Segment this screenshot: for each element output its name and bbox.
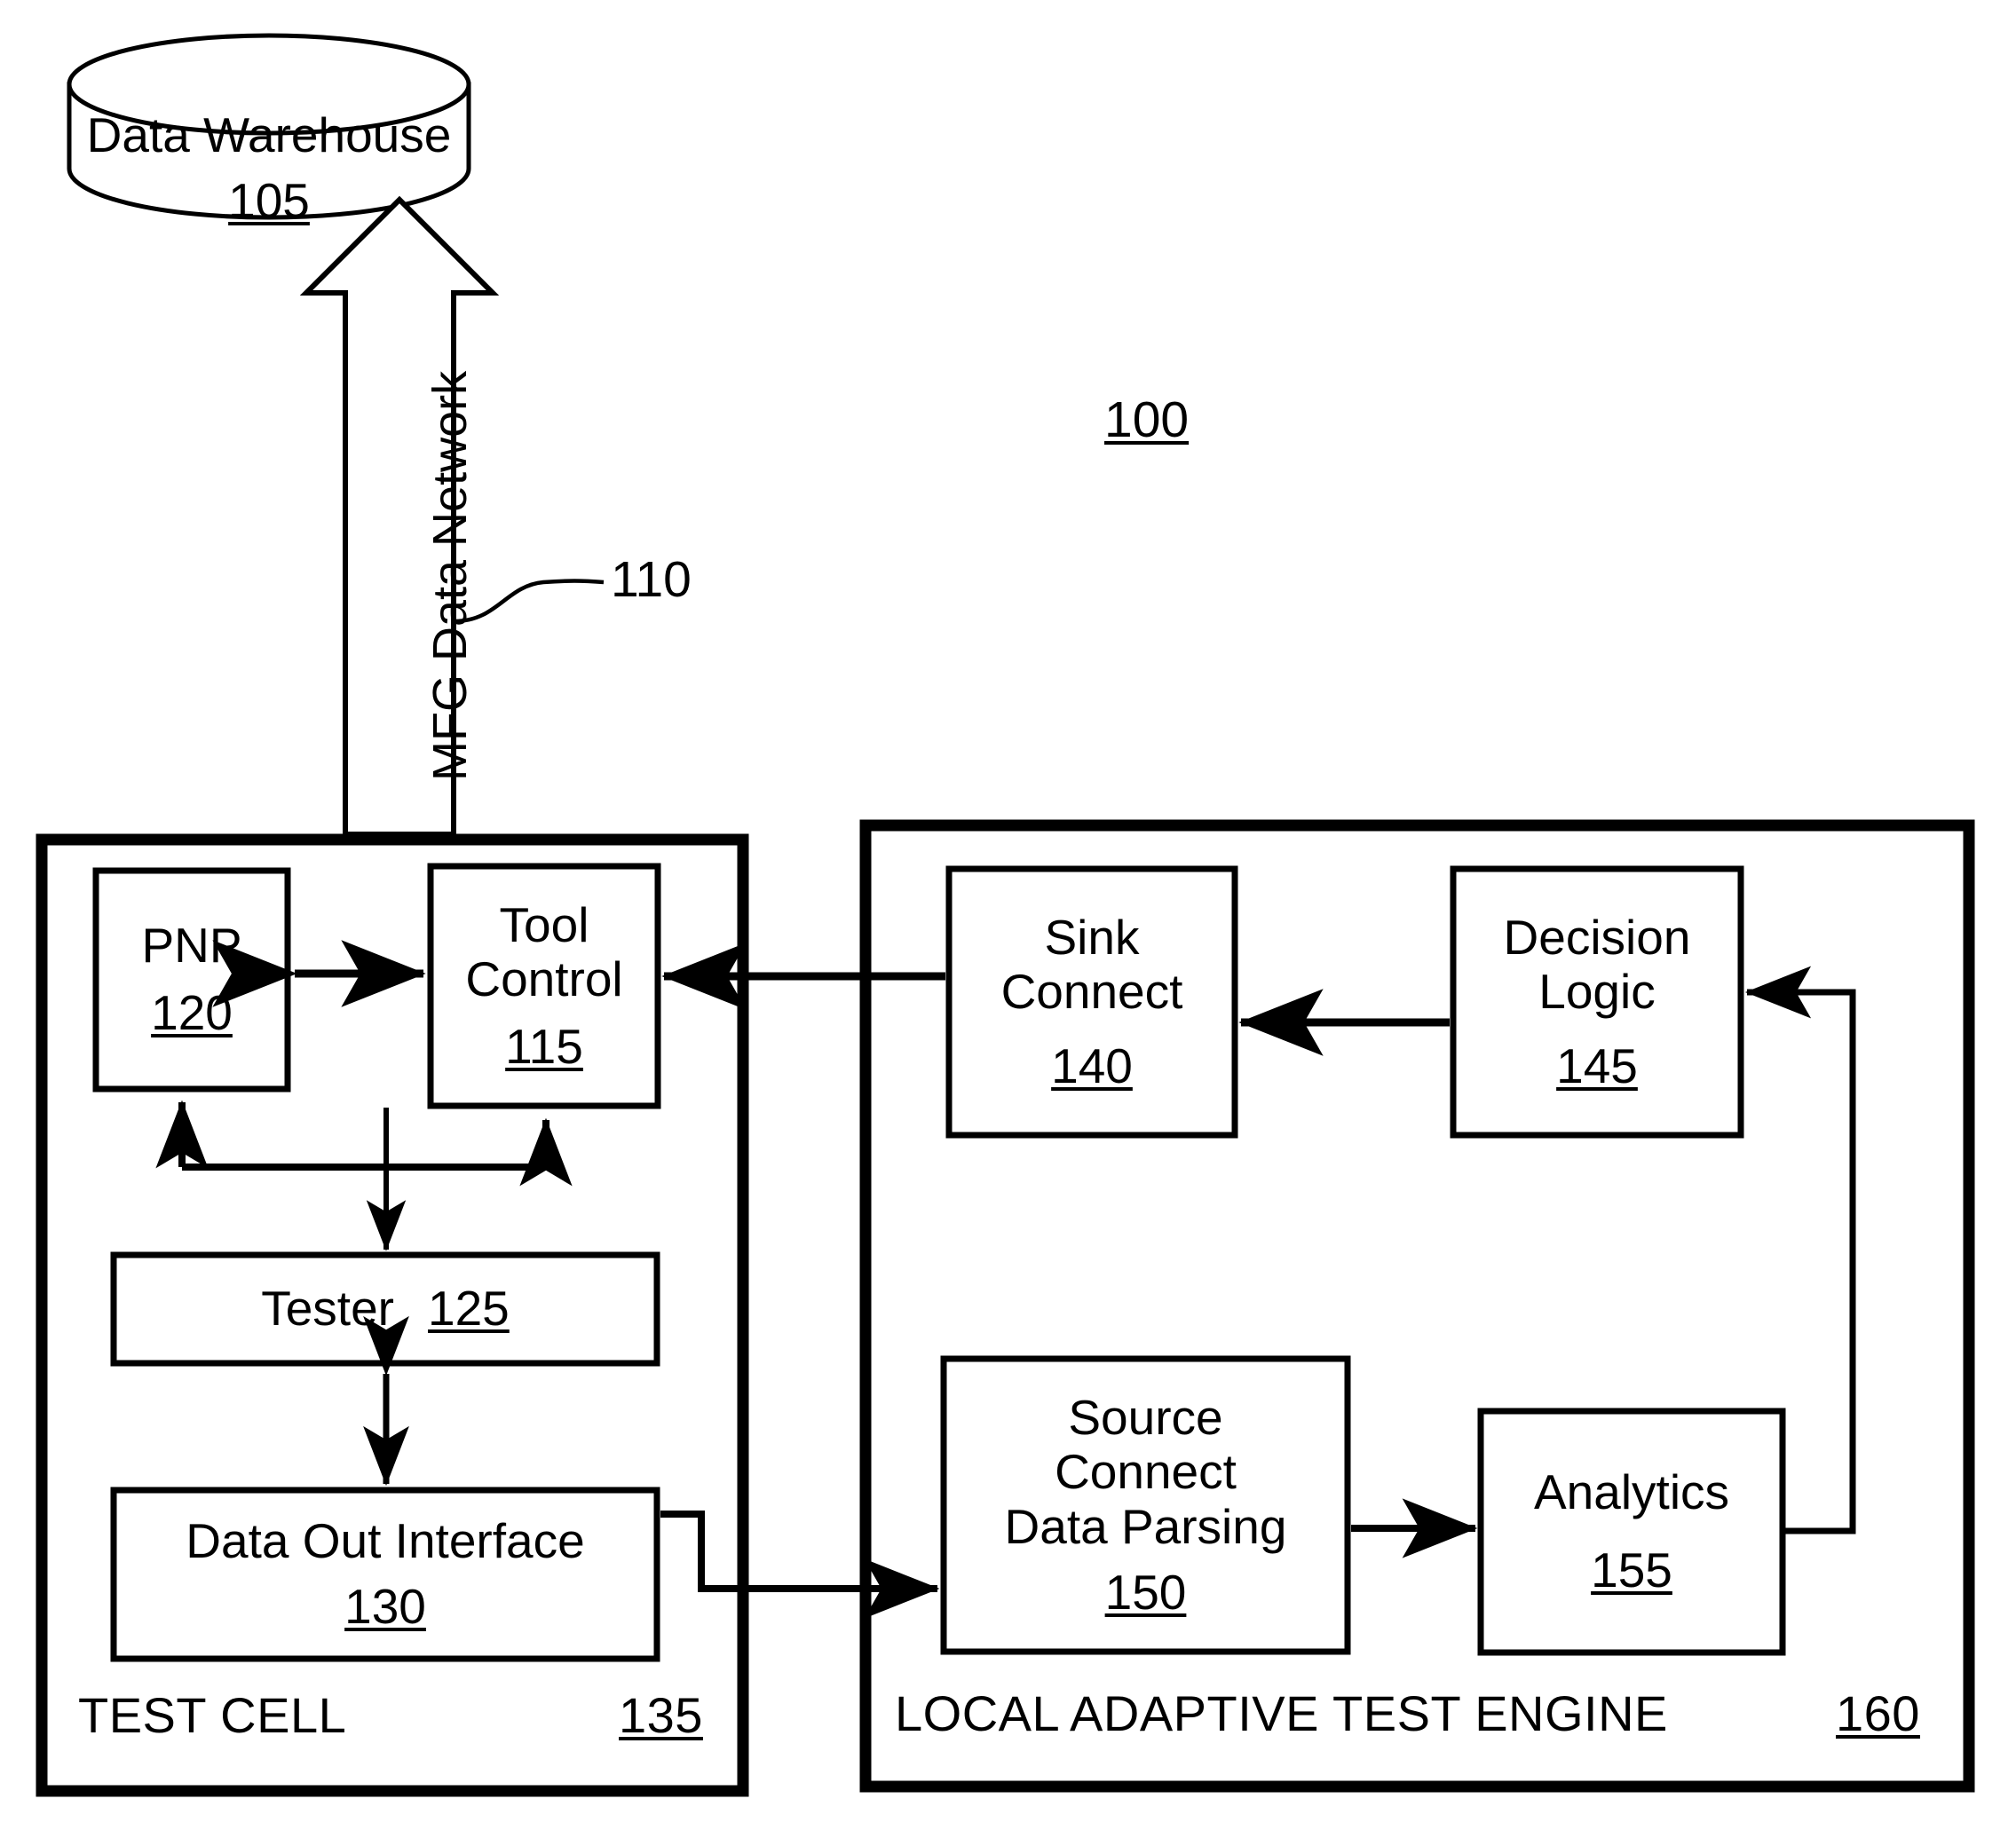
sink-connect-node[interactable] <box>949 869 1235 1135</box>
reference-number-110: 110 <box>611 551 692 608</box>
analytics-node[interactable] <box>1481 1411 1783 1653</box>
test-engine-ref: 160 <box>1836 1685 1920 1741</box>
diagram-canvas: Data Warehouse 105 100 MFG Data Network … <box>0 0 2016 1846</box>
test-cell-caption: TEST CELL <box>78 1687 347 1743</box>
data-warehouse-node[interactable] <box>69 36 469 217</box>
reference-leader-110 <box>454 579 605 624</box>
tester-node[interactable] <box>114 1255 657 1363</box>
test-cell-ref: 135 <box>619 1687 703 1743</box>
tool-control-node[interactable] <box>431 866 658 1106</box>
arrow-dataout-sourceconnect <box>660 1511 940 1619</box>
pnp-node[interactable] <box>96 871 288 1089</box>
test-engine-caption: LOCAL ADAPTIVE TEST ENGINE <box>895 1685 1668 1741</box>
decision-logic-node[interactable] <box>1453 869 1741 1135</box>
figure-number: 100 <box>1104 391 1190 448</box>
mfg-data-network-arrow <box>299 195 500 837</box>
data-out-interface-node[interactable] <box>114 1490 657 1659</box>
arrow-bus-tester-feedback <box>155 1100 573 1187</box>
mfg-data-network-label: MFG Data Network <box>423 370 477 781</box>
source-connect-node[interactable] <box>944 1359 1348 1652</box>
